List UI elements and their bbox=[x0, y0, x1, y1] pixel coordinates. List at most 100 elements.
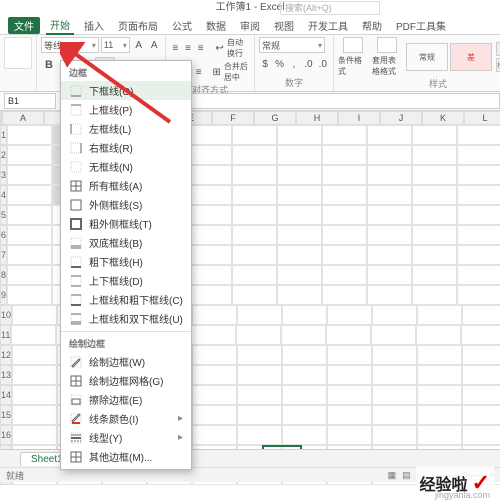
col-F[interactable]: F bbox=[212, 111, 254, 125]
cell[interactable] bbox=[232, 205, 277, 225]
cell[interactable] bbox=[237, 365, 282, 385]
cell[interactable] bbox=[282, 425, 327, 445]
comma-icon[interactable]: , bbox=[288, 57, 300, 71]
number-format[interactable]: 常规▾ bbox=[259, 37, 325, 53]
cell[interactable] bbox=[192, 305, 237, 325]
cell[interactable] bbox=[417, 425, 462, 445]
cell[interactable] bbox=[412, 225, 457, 245]
cell[interactable] bbox=[327, 345, 372, 365]
col-K[interactable]: K bbox=[422, 111, 464, 125]
cell[interactable] bbox=[282, 365, 327, 385]
cell[interactable] bbox=[192, 425, 237, 445]
tab-developer[interactable]: 开发工具 bbox=[304, 17, 352, 34]
cell[interactable] bbox=[187, 225, 232, 245]
currency-icon[interactable]: $ bbox=[259, 57, 271, 71]
cell[interactable] bbox=[327, 385, 372, 405]
border-menu-item[interactable]: 线型(Y)▸ bbox=[61, 428, 191, 447]
cell[interactable] bbox=[322, 245, 367, 265]
cell[interactable] bbox=[232, 245, 277, 265]
border-menu-item[interactable]: 右框线(R) bbox=[61, 138, 191, 157]
cell[interactable] bbox=[412, 205, 457, 225]
cell[interactable] bbox=[457, 185, 500, 205]
cell[interactable] bbox=[457, 205, 500, 225]
border-menu-item[interactable]: 绘制边框网格(G) bbox=[61, 371, 191, 390]
border-menu-item[interactable]: 所有框线(A) bbox=[61, 176, 191, 195]
cell[interactable] bbox=[12, 405, 57, 425]
cell[interactable] bbox=[417, 365, 462, 385]
tab-home[interactable]: 开始 bbox=[46, 16, 74, 35]
cell[interactable] bbox=[7, 245, 52, 265]
cell[interactable] bbox=[7, 145, 52, 165]
cell[interactable] bbox=[11, 325, 56, 345]
col-G[interactable]: G bbox=[254, 111, 296, 125]
cell[interactable] bbox=[187, 165, 232, 185]
cell[interactable] bbox=[372, 305, 417, 325]
cell[interactable] bbox=[372, 345, 417, 365]
tab-review[interactable]: 审阅 bbox=[236, 17, 264, 34]
format-as-table-button[interactable]: 套用表格格式 bbox=[372, 37, 402, 77]
tab-help[interactable]: 帮助 bbox=[358, 17, 386, 34]
tab-data[interactable]: 数据 bbox=[202, 17, 230, 34]
row-header[interactable]: 6 bbox=[0, 225, 7, 245]
cell[interactable] bbox=[457, 145, 500, 165]
cell[interactable] bbox=[417, 345, 462, 365]
cell[interactable] bbox=[232, 145, 277, 165]
col-L[interactable]: L bbox=[464, 111, 500, 125]
cell[interactable] bbox=[462, 405, 500, 425]
style-calc[interactable]: 计算 bbox=[496, 42, 500, 56]
conditional-format-button[interactable]: 条件格式 bbox=[338, 37, 368, 77]
cell[interactable] bbox=[327, 405, 372, 425]
cell[interactable] bbox=[461, 325, 500, 345]
cell[interactable] bbox=[191, 325, 236, 345]
cell[interactable] bbox=[277, 265, 322, 285]
cell[interactable] bbox=[187, 145, 232, 165]
cell[interactable] bbox=[416, 325, 461, 345]
border-menu-item[interactable]: 双底框线(B) bbox=[61, 233, 191, 252]
cell[interactable] bbox=[232, 165, 277, 185]
col-H[interactable]: H bbox=[296, 111, 338, 125]
align-right-icon[interactable]: ≡ bbox=[194, 65, 204, 79]
view-normal-icon[interactable]: ▦ bbox=[388, 470, 397, 481]
align-middle-icon[interactable]: ≡ bbox=[183, 41, 194, 55]
row-header[interactable]: 11 bbox=[0, 325, 11, 345]
cell[interactable] bbox=[192, 385, 237, 405]
cell[interactable] bbox=[367, 245, 412, 265]
cell[interactable] bbox=[322, 205, 367, 225]
cell[interactable] bbox=[412, 145, 457, 165]
border-menu-item[interactable]: 上框线(P) bbox=[61, 100, 191, 119]
cell[interactable] bbox=[187, 125, 232, 145]
cell[interactable] bbox=[237, 405, 282, 425]
cell[interactable] bbox=[327, 365, 372, 385]
cell[interactable] bbox=[237, 425, 282, 445]
cell[interactable] bbox=[462, 365, 500, 385]
cell[interactable] bbox=[327, 425, 372, 445]
cell[interactable] bbox=[12, 425, 57, 445]
tab-pdf[interactable]: PDF工具集 bbox=[392, 17, 450, 34]
cell[interactable] bbox=[417, 305, 462, 325]
cell[interactable] bbox=[412, 285, 457, 305]
cell[interactable] bbox=[462, 385, 500, 405]
cell[interactable] bbox=[12, 385, 57, 405]
border-menu-item[interactable]: 粗下框线(H) bbox=[61, 252, 191, 271]
cell[interactable] bbox=[7, 265, 52, 285]
cell[interactable] bbox=[327, 305, 372, 325]
cell[interactable] bbox=[192, 405, 237, 425]
paste-button[interactable] bbox=[4, 37, 32, 69]
cell[interactable] bbox=[282, 405, 327, 425]
cell[interactable] bbox=[7, 185, 52, 205]
cell[interactable] bbox=[12, 305, 57, 325]
border-menu-item[interactable]: 擦除边框(E) bbox=[61, 390, 191, 409]
tab-pagelayout[interactable]: 页面布局 bbox=[114, 17, 162, 34]
align-top-icon[interactable]: ≡ bbox=[170, 41, 181, 55]
border-menu-item[interactable]: 无框线(N) bbox=[61, 157, 191, 176]
cell[interactable] bbox=[367, 205, 412, 225]
cell[interactable] bbox=[372, 425, 417, 445]
row-header[interactable]: 16 bbox=[0, 425, 12, 445]
cell[interactable] bbox=[367, 165, 412, 185]
cell[interactable] bbox=[326, 325, 371, 345]
cell[interactable] bbox=[277, 145, 322, 165]
cell[interactable] bbox=[412, 245, 457, 265]
cell[interactable] bbox=[12, 345, 57, 365]
cell[interactable] bbox=[237, 305, 282, 325]
cell[interactable] bbox=[282, 305, 327, 325]
